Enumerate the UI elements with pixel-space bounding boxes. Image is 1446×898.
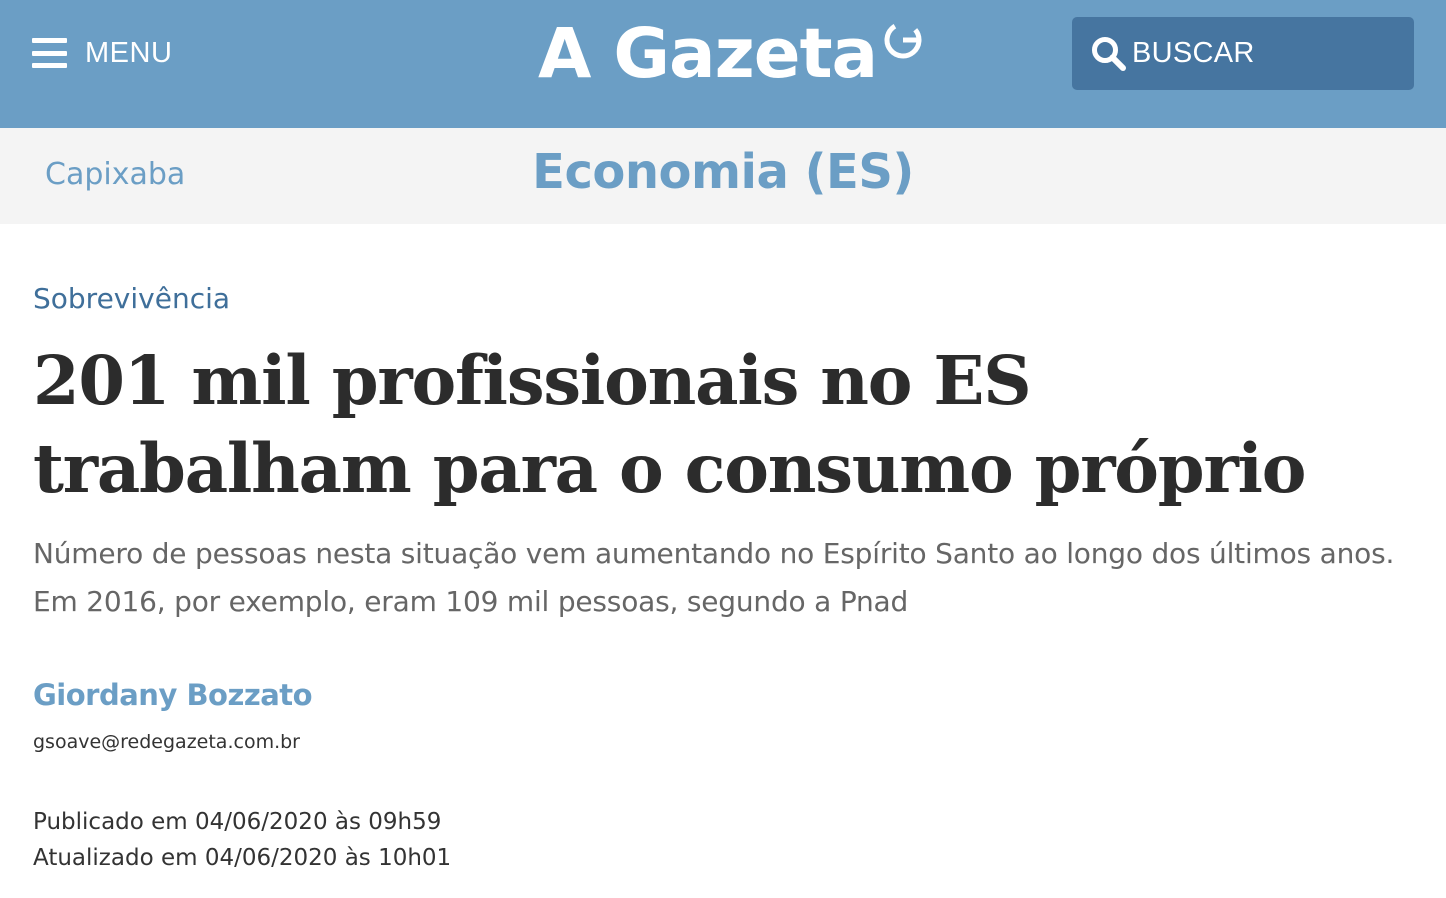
article-kicker[interactable]: Sobrevivência bbox=[33, 282, 230, 315]
logo-text: A Gazeta bbox=[538, 14, 878, 94]
gazeta-g-mark-icon bbox=[884, 21, 922, 59]
hamburger-icon bbox=[32, 38, 67, 68]
search-button[interactable]: BUSCAR bbox=[1072, 17, 1414, 90]
article-headline: 201 mil profissionais no ES trabalham pa… bbox=[33, 341, 1306, 508]
site-logo[interactable]: A Gazeta bbox=[538, 14, 925, 94]
site-header: MENU A Gazeta BUSCAR bbox=[0, 0, 1446, 128]
search-icon bbox=[1092, 36, 1126, 71]
article-subtitle: Número de pessoas nesta situação vem aum… bbox=[33, 537, 1395, 618]
published-date: Publicado em 04/06/2020 às 09h59 bbox=[33, 809, 442, 835]
author-email[interactable]: gsoave@redegazeta.com.br bbox=[33, 731, 300, 753]
search-label: BUSCAR bbox=[1132, 37, 1255, 69]
section-title[interactable]: Economia (ES) bbox=[0, 144, 1446, 200]
menu-label: MENU bbox=[85, 36, 173, 69]
author-name[interactable]: Giordany Bozzato bbox=[33, 678, 313, 712]
menu-button[interactable]: MENU bbox=[32, 30, 172, 76]
section-bar: Capixaba Economia (ES) bbox=[0, 128, 1446, 224]
updated-date: Atualizado em 04/06/2020 às 10h01 bbox=[33, 845, 452, 871]
